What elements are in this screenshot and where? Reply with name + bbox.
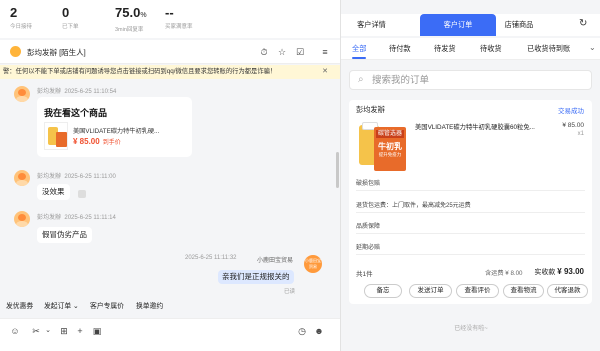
chat-scrollbar[interactable]	[336, 152, 339, 188]
product-name: 美国VLIDATE碳力特牛初乳硬...	[73, 128, 160, 135]
refund-button[interactable]: 代客退款	[547, 284, 588, 298]
read-status: 已读	[284, 289, 296, 295]
check-dropdown-icon[interactable]: ☑	[294, 46, 306, 58]
exclusive-price-button[interactable]: 客户专属价	[90, 301, 124, 313]
message-meta: 彭均发辦 2025-6-25 11:10:54	[37, 89, 117, 95]
emoji-icon[interactable]: ☺	[9, 325, 21, 337]
service-row: 品质保障	[356, 220, 585, 234]
menu-icon[interactable]: ≡	[319, 46, 331, 58]
stat-value: 0	[62, 5, 70, 20]
contact-name: 彭均发辦 [陌生人]	[27, 48, 86, 57]
sent-sender: 小鹿田宝贸易	[257, 258, 294, 264]
product-card[interactable]: 我在看这个商品 美国VLIDATE碳力特牛初乳硬... ¥ 85.00 到手价	[37, 97, 192, 157]
stat-label: 今日接待	[10, 24, 33, 30]
history-icon[interactable]: ⏱	[258, 46, 270, 58]
search-icon: ⌕	[358, 74, 364, 85]
refresh-icon[interactable]: ↻	[579, 18, 587, 29]
product-thumbnail	[44, 122, 68, 150]
end-of-list-text: 已经没有啦~	[454, 326, 488, 332]
chevron-down-icon[interactable]: ⌄	[589, 43, 596, 52]
buyer-avatar[interactable]	[14, 211, 30, 227]
stat-reply-rate: 75.0% 3min回复率	[115, 5, 147, 33]
stat-ordered: 0 已下单	[62, 5, 79, 30]
product-price: ¥ 85.00 到手价	[73, 137, 121, 146]
input-toolbar: ☺ ✂ ⌄ ⊞ + ▣ ◷ ☻	[0, 318, 340, 351]
contact-avatar[interactable]	[10, 46, 21, 57]
tab-customer-details[interactable]: 客户详情	[344, 14, 399, 36]
buyer-avatar[interactable]	[14, 86, 30, 102]
service-row: 破损包赔	[356, 177, 585, 191]
close-icon[interactable]: ✕	[322, 65, 328, 79]
search-input[interactable]	[372, 72, 582, 88]
panel-tabs: 客户详情 客户订单 店铺商品	[341, 14, 600, 36]
send-coupon-button[interactable]: 发优惠券	[6, 301, 33, 313]
exchange-invite-button[interactable]: 换单邀约	[136, 301, 163, 313]
service-row: 退货包运费：上门取件，最高减免25元运费	[356, 199, 585, 213]
stat-label: 已下单	[62, 24, 79, 30]
stat-value: 75.0%	[115, 5, 147, 20]
tab-shop-products[interactable]: 店铺商品	[499, 14, 539, 36]
order-card: 彭均发辦 交易成功 碳管选器 牛初乳 提升免疫力 美国VLIDATE碳力特牛初乳…	[349, 100, 592, 304]
plus-icon[interactable]: +	[74, 325, 86, 337]
message-meta: 彭均发辦 2025-6-25 11:11:00	[37, 174, 116, 180]
chat-panel: 2 今日接待 0 已下单 75.0% 3min回复率 -- 买家满意率 彭均发辦…	[0, 0, 340, 351]
quick-actions: 发优惠券 发起订单 ⌄ 客户专属价 换单邀约	[0, 299, 340, 315]
tab-pending-payment[interactable]: 待付款	[389, 38, 411, 60]
stat-value: 2	[10, 5, 18, 20]
sent-message-bubble: 亲我们是正规报关的	[218, 270, 294, 284]
stat-received: 2 今日接待	[10, 5, 32, 30]
item-count: 共1件	[356, 271, 373, 278]
tab-customer-orders[interactable]: 客户订单	[420, 14, 496, 36]
warning-text: 警：任何以不能下单或店铺有问题诱导您点击链接或扫码到qq/微信且要求您转账的行为…	[3, 68, 277, 75]
memo-button[interactable]: 备忘	[364, 284, 402, 298]
stat-value: --	[165, 5, 174, 20]
chevron-down-icon[interactable]: ⌄	[42, 325, 54, 337]
tab-pending-receipt[interactable]: 待收货	[480, 38, 502, 60]
shipping-fee: 含运费 ¥ 8.00	[485, 270, 523, 277]
product-image[interactable]: 碳管选器 牛初乳 提升免疫力	[356, 121, 408, 173]
tab-pending-shipment[interactable]: 待发货	[434, 38, 456, 60]
view-review-button[interactable]: 查看评价	[456, 284, 499, 298]
stat-label: 买家满意率	[165, 24, 193, 30]
order-search[interactable]: ⌕	[349, 70, 592, 90]
customer-panel: 客户详情 客户订单 店铺商品 ↻ 全部 待付款 待发货 待收货 已收货待到账 ⌄…	[340, 0, 600, 351]
message-bubble: 没效果	[37, 184, 70, 200]
scissors-icon[interactable]: ✂	[30, 325, 42, 337]
order-product-qty: x1	[577, 131, 584, 137]
seller-avatar: 小鹿田宝贸易	[304, 255, 322, 273]
emoji-smile-icon[interactable]: ☻	[313, 325, 325, 337]
message-bubble: 假冒伪劣产品	[37, 227, 92, 243]
clock-icon[interactable]: ◷	[296, 325, 308, 337]
fraud-warning-bar: 警：任何以不能下单或店铺有问题诱导您点击链接或扫码到qq/微信且要求您转账的行为…	[0, 65, 340, 79]
order-product-name[interactable]: 美国VLIDATE碳力特牛初乳硬胶囊60粒免...	[415, 122, 555, 131]
image-icon[interactable]: ▣	[91, 325, 103, 337]
unread-icon	[78, 190, 86, 198]
paid-amount: 实收款 ¥ 93.00	[534, 267, 584, 276]
view-logistics-button[interactable]: 查看物流	[503, 284, 544, 298]
service-row: 延期必赔	[356, 241, 585, 255]
tab-all[interactable]: 全部	[352, 38, 367, 60]
sent-time: 2025-6-25 11:11:32	[185, 255, 237, 261]
order-status-tabs: 全部 待付款 待发货 待收货 已收货待到账	[341, 38, 600, 60]
stats-bar: 2 今日接待 0 已下单 75.0% 3min回复率 -- 买家满意率	[0, 0, 340, 38]
message-meta: 彭均发辦 2025-6-25 11:11:14	[37, 215, 116, 221]
product-card-title: 我在看这个商品	[44, 108, 108, 118]
chat-header: 彭均发辦 [陌生人] ⏱ ☆ ☑ ≡	[0, 40, 340, 64]
buyer-avatar[interactable]	[14, 170, 30, 186]
send-order-button[interactable]: 发送订单	[409, 284, 452, 298]
stat-satisfaction: -- 买家满意率	[165, 5, 193, 30]
star-icon[interactable]: ☆	[276, 46, 288, 58]
stat-label: 3min回复率	[115, 27, 144, 33]
shop-name: 彭均发辦	[356, 105, 385, 114]
order-product-price: ¥ 85.00	[562, 122, 584, 129]
chevron-down-icon[interactable]: ⌄	[73, 301, 79, 313]
expand-icon[interactable]: ⊞	[58, 325, 70, 337]
tab-received[interactable]: 已收货待到账	[527, 38, 570, 60]
order-status: 交易成功	[558, 108, 584, 115]
create-order-button[interactable]: 发起订单	[44, 301, 71, 313]
